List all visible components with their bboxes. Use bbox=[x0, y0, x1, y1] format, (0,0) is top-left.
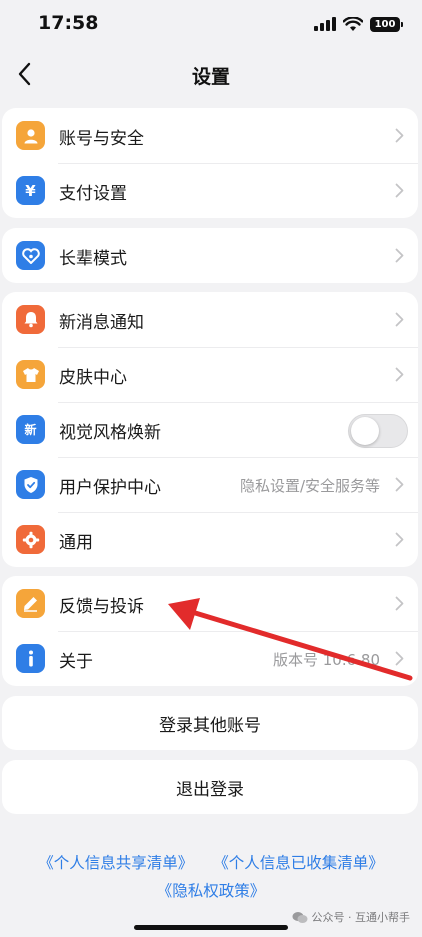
chevron-right-icon bbox=[395, 532, 404, 547]
chevron-right-icon bbox=[395, 183, 404, 198]
signal-icon bbox=[314, 17, 336, 31]
chevron-right-icon bbox=[395, 477, 404, 492]
setting-row-about[interactable]: 关于 版本号 10.6.80 bbox=[2, 631, 418, 686]
battery-icon: 100 bbox=[370, 16, 403, 32]
setting-row-elder-mode[interactable]: 长辈模式 bbox=[2, 228, 418, 283]
nav-bar: 设置 bbox=[0, 48, 422, 100]
wechat-icon bbox=[292, 911, 307, 923]
setting-label: 关于 bbox=[59, 652, 93, 672]
footer-links-row1: 《个人信息共享清单》 《个人信息已收集清单》 bbox=[0, 851, 422, 873]
setting-label: 反馈与投诉 bbox=[59, 597, 144, 617]
settings-group-elder: 长辈模式 bbox=[2, 228, 418, 283]
setting-label: 通用 bbox=[59, 533, 93, 553]
setting-label: 视觉风格焕新 bbox=[59, 423, 161, 443]
setting-row-visual-style: 新 视觉风格焕新 bbox=[2, 402, 418, 457]
switch-account-label: 登录其他账号 bbox=[159, 715, 261, 736]
watermark: 公众号 · 互通小帮手 bbox=[292, 909, 411, 925]
status-icons: 100 bbox=[314, 14, 403, 34]
status-bar: 17:58 100 bbox=[0, 0, 422, 48]
visual-style-toggle[interactable] bbox=[348, 414, 408, 448]
info-icon bbox=[16, 644, 45, 673]
setting-row-skin-center[interactable]: 皮肤中心 bbox=[2, 347, 418, 402]
switch-account-button[interactable]: 登录其他账号 bbox=[2, 696, 418, 750]
setting-label: 用户保护中心 bbox=[59, 478, 161, 498]
chevron-right-icon bbox=[395, 128, 404, 143]
wifi-icon bbox=[343, 16, 363, 31]
toggle-knob bbox=[351, 417, 379, 445]
personal-info-collected-link[interactable]: 《个人信息已收集清单》 bbox=[213, 851, 384, 873]
chevron-right-icon bbox=[395, 312, 404, 327]
setting-row-payment[interactable]: ¥ 支付设置 bbox=[2, 163, 418, 218]
version-value: 版本号 10.6.80 bbox=[272, 651, 380, 669]
tshirt-icon bbox=[16, 360, 45, 389]
watermark-text: 公众号 · 互通小帮手 bbox=[311, 911, 411, 924]
page-title: 设置 bbox=[191, 66, 230, 88]
settings-group-support: 反馈与投诉 关于 版本号 10.6.80 bbox=[2, 576, 418, 686]
setting-label: 新消息通知 bbox=[59, 313, 144, 333]
chevron-right-icon bbox=[395, 596, 404, 611]
heart-icon bbox=[16, 241, 45, 270]
chevron-right-icon bbox=[395, 367, 404, 382]
setting-row-account-security[interactable]: 账号与安全 bbox=[2, 108, 418, 163]
setting-row-notifications[interactable]: 新消息通知 bbox=[2, 292, 418, 347]
setting-row-feedback[interactable]: 反馈与投诉 bbox=[2, 576, 418, 631]
new-style-icon: 新 bbox=[16, 415, 45, 444]
setting-label: 账号与安全 bbox=[59, 129, 144, 149]
setting-label: 长辈模式 bbox=[59, 249, 127, 269]
user-icon bbox=[16, 121, 45, 150]
pencil-icon bbox=[16, 589, 45, 618]
setting-row-general[interactable]: 通用 bbox=[2, 512, 418, 567]
setting-label: 皮肤中心 bbox=[59, 368, 127, 388]
logout-label: 退出登录 bbox=[176, 779, 244, 800]
chevron-right-icon bbox=[395, 651, 404, 666]
bell-icon bbox=[16, 305, 45, 334]
gear-icon bbox=[16, 525, 45, 554]
settings-group-account: 账号与安全 ¥ 支付设置 bbox=[2, 108, 418, 218]
setting-row-user-protection[interactable]: 用户保护中心 隐私设置/安全服务等 bbox=[2, 457, 418, 512]
settings-group-general: 新消息通知 皮肤中心 新 视觉风格焕新 用户保护中心 隐私设置/安全服务等 通用 bbox=[2, 292, 418, 567]
chevron-right-icon bbox=[395, 248, 404, 263]
setting-label: 支付设置 bbox=[59, 184, 127, 204]
personal-info-sharing-link[interactable]: 《个人信息共享清单》 bbox=[38, 851, 193, 873]
privacy-policy-link[interactable]: 《隐私权政策》 bbox=[157, 879, 266, 901]
logout-button[interactable]: 退出登录 bbox=[2, 760, 418, 814]
footer-links-row2: 《隐私权政策》 bbox=[0, 879, 422, 901]
setting-value: 隐私设置/安全服务等 bbox=[239, 477, 380, 495]
status-time: 17:58 bbox=[38, 12, 99, 34]
shield-icon bbox=[16, 470, 45, 499]
home-indicator bbox=[134, 925, 288, 930]
yen-icon: ¥ bbox=[16, 176, 45, 205]
